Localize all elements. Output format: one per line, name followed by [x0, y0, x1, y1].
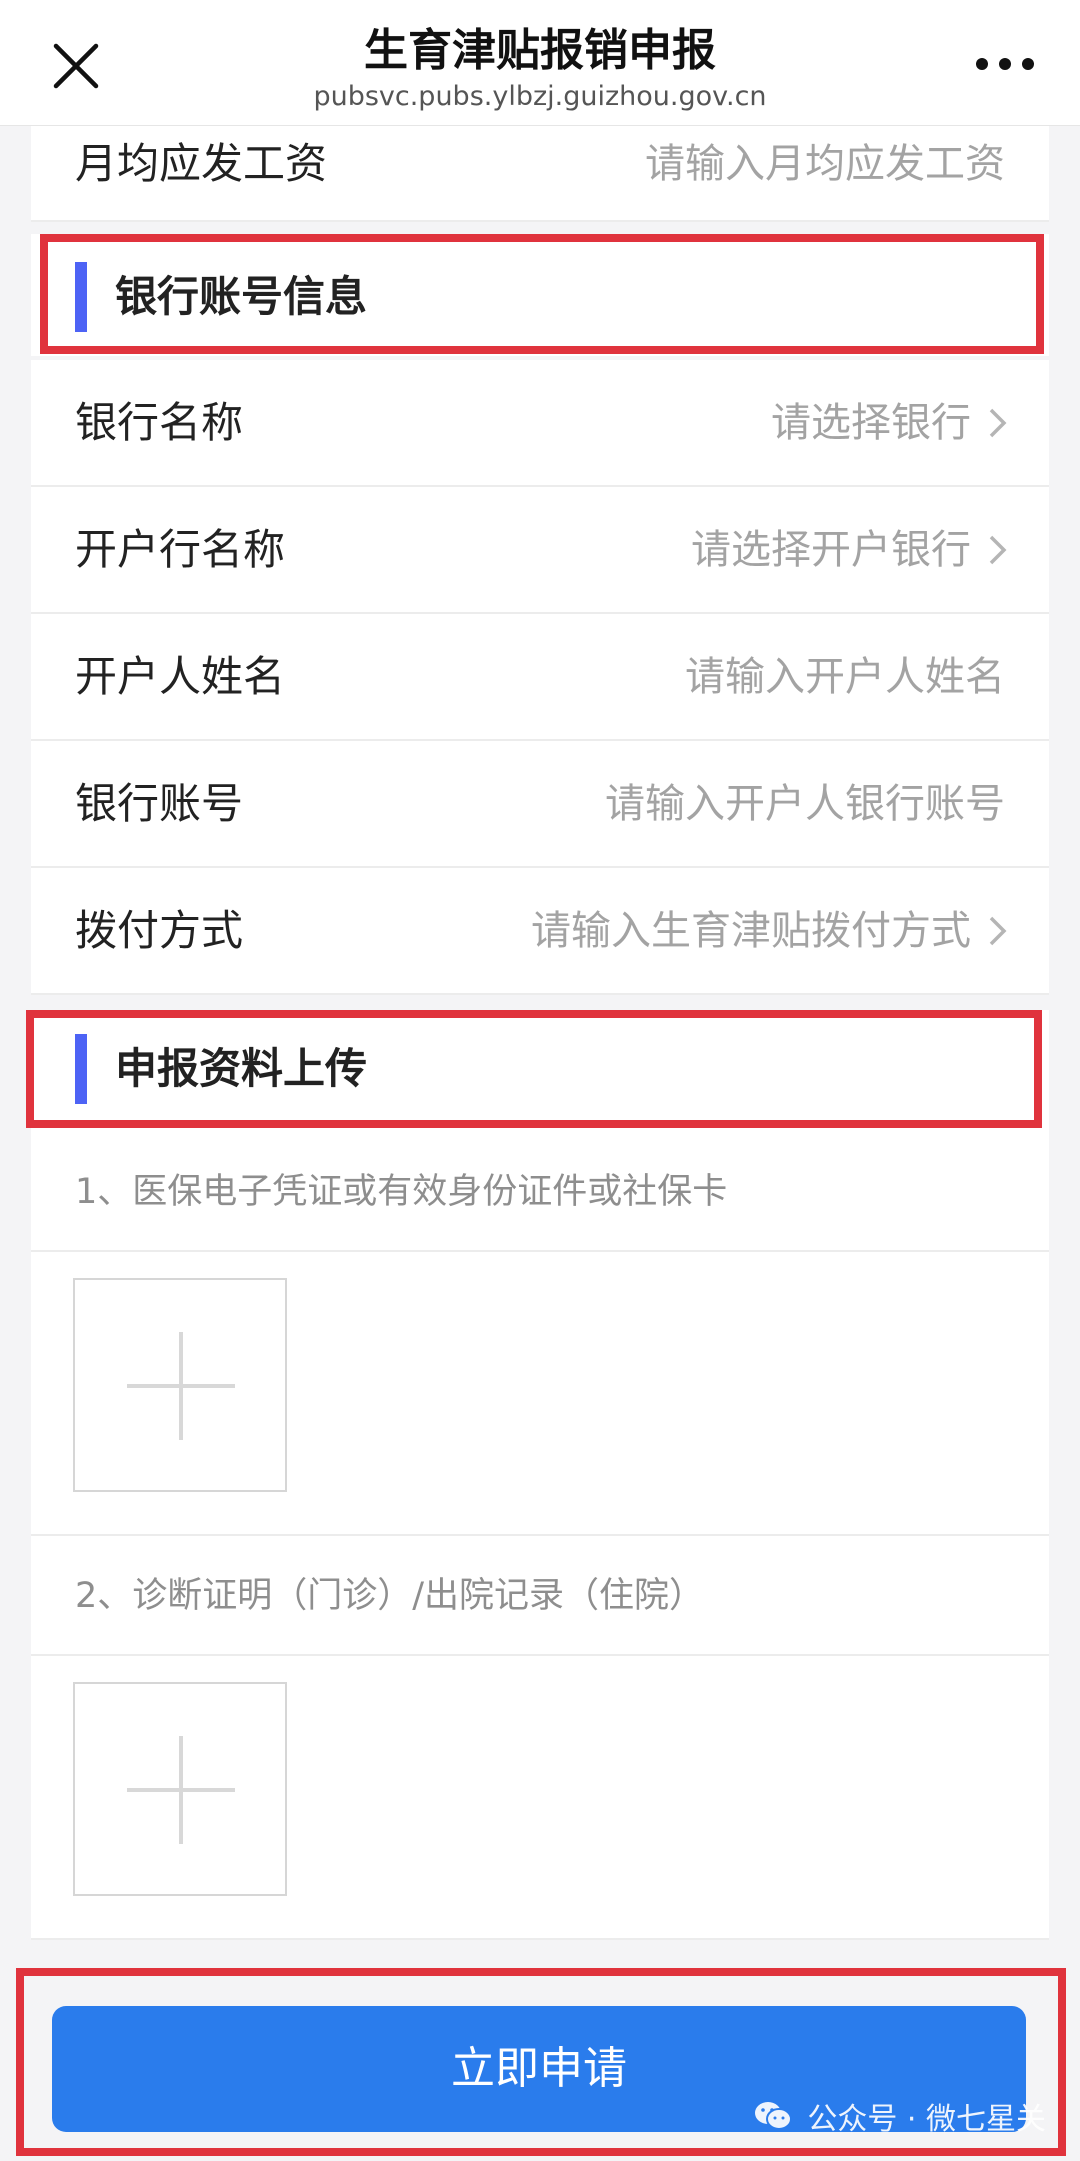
bank-branch-label: 开户行名称 [75, 525, 286, 574]
watermark: 公众号 · 微七星关 [753, 2094, 1046, 2138]
upload-add-button-2[interactable] [73, 1682, 287, 1896]
watermark-text: 公众号 · 微七星关 [807, 2102, 1046, 2137]
monthly-salary-label: 月均应发工资 [75, 139, 328, 188]
bank-branch-select[interactable]: 请选择开户银行 [691, 515, 971, 585]
bank-account-label: 银行账号 [75, 779, 244, 828]
account-holder-input[interactable]: 请输入开户人姓名 [685, 642, 1005, 712]
upload-item-1-area [31, 1252, 1049, 1536]
monthly-salary-input[interactable]: 请输入月均应发工资 [645, 132, 1005, 196]
upload-section-header: 申报资料上传 [31, 1010, 1049, 1132]
bank-name-field[interactable]: 银行名称 请选择银行 [31, 360, 1049, 487]
chevron-right-icon [989, 535, 1007, 565]
account-holder-label: 开户人姓名 [75, 652, 286, 701]
page-url: pubsvc.pubs.ylbzj.guizhou.gov.cn [313, 81, 767, 112]
title-block: 生育津贴报销申报 pubsvc.pubs.ylbzj.guizhou.gov.c… [200, 22, 880, 114]
upload-item-2-area [31, 1656, 1049, 1940]
bank-section-header: 银行账号信息 [31, 234, 1049, 356]
bank-account-input[interactable]: 请输入开户人银行账号 [605, 769, 1005, 839]
upload-item-2-header: 2、诊断证明（门诊）/出院记录（住院） [31, 1536, 1049, 1656]
upload-item-1-header: 1、医保电子凭证或有效身份证件或社保卡 [31, 1132, 1049, 1252]
bank-branch-field[interactable]: 开户行名称 请选择开户银行 [31, 487, 1049, 614]
upload-item-1-label: 1、医保电子凭证或有效身份证件或社保卡 [75, 1172, 728, 1212]
monthly-salary-field[interactable]: 月均应发工资 请输入月均应发工资 [31, 126, 1049, 222]
chevron-right-icon [989, 408, 1007, 438]
account-holder-field[interactable]: 开户人姓名 请输入开户人姓名 [31, 614, 1049, 741]
payment-method-select[interactable]: 请输入生育津贴拨付方式 [531, 896, 971, 966]
top-nav-bar: 生育津贴报销申报 pubsvc.pubs.ylbzj.guizhou.gov.c… [0, 0, 1080, 126]
chevron-right-icon [989, 916, 1007, 946]
close-icon[interactable] [48, 38, 104, 94]
payment-method-field[interactable]: 拨付方式 请输入生育津贴拨付方式 [31, 868, 1049, 995]
bank-name-label: 银行名称 [75, 398, 244, 447]
more-options-icon[interactable] [970, 52, 1040, 76]
wechat-icon [755, 2102, 793, 2130]
section-accent-bar [75, 1034, 87, 1104]
page-title: 生育津贴报销申报 [364, 25, 716, 76]
section-accent-bar [75, 262, 87, 332]
payment-method-label: 拨付方式 [75, 906, 244, 955]
upload-add-button-1[interactable] [73, 1278, 287, 1492]
bank-section-title: 银行账号信息 [115, 272, 368, 321]
bank-account-field[interactable]: 银行账号 请输入开户人银行账号 [31, 741, 1049, 868]
bank-name-select[interactable]: 请选择银行 [771, 388, 971, 458]
upload-item-2-label: 2、诊断证明（门诊）/出院记录（住院） [75, 1576, 705, 1616]
upload-section-title: 申报资料上传 [115, 1044, 368, 1093]
